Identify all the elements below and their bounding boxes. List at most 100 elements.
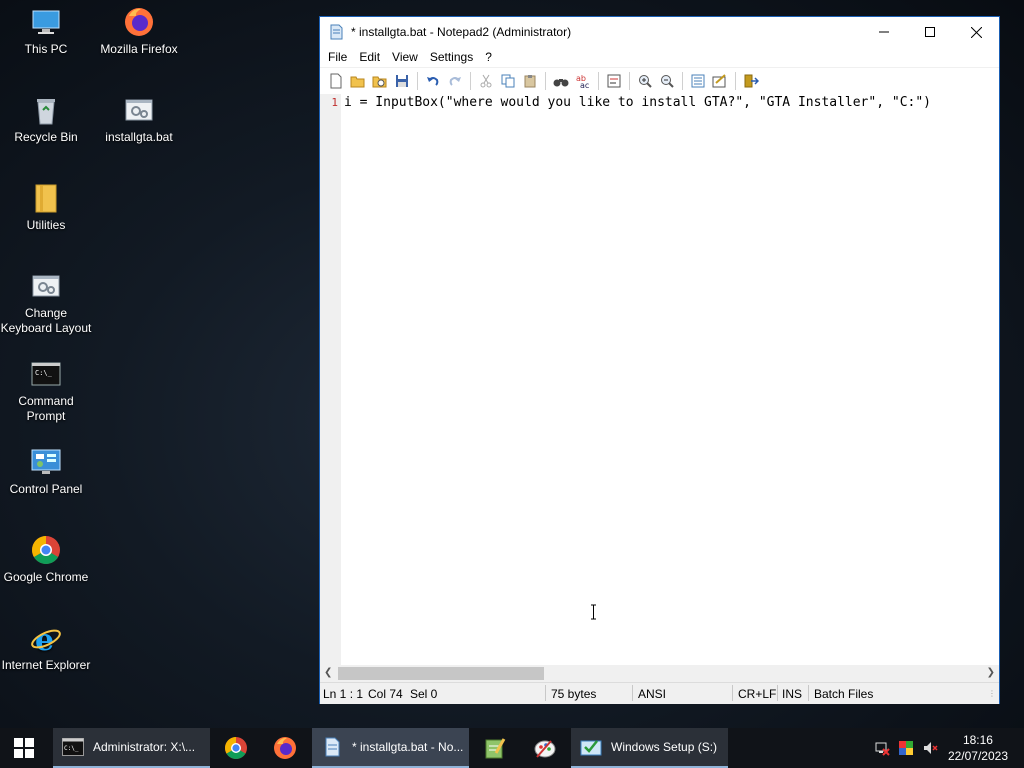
customize-icon (712, 74, 726, 88)
status-encoding[interactable]: ANSI (638, 687, 666, 701)
desktop-icon-label: Control Panel (9, 482, 83, 496)
maximize-icon (925, 27, 935, 37)
paste-icon (524, 75, 536, 88)
scrollbar-thumb[interactable] (338, 667, 544, 680)
exit-button[interactable] (740, 70, 762, 92)
status-divider (777, 685, 778, 701)
menu-bar: File Edit View Settings ? (320, 47, 999, 68)
svg-text:ac: ac (580, 81, 589, 89)
code-line[interactable]: i = InputBox("where would you like to in… (344, 94, 931, 112)
cut-button[interactable] (475, 70, 497, 92)
taskbar-item-firefox[interactable] (261, 728, 309, 768)
title-bar[interactable]: * installgta.bat - Notepad2 (Administrat… (320, 17, 999, 47)
scroll-right-icon[interactable]: ❯ (987, 667, 995, 678)
new-file-button[interactable] (325, 70, 347, 92)
desktop-icon-installgta[interactable]: installgta.bat (93, 94, 185, 145)
volume-muted-icon[interactable] (922, 740, 938, 756)
scheme-icon (691, 74, 705, 88)
taskbar-item-notepad-edit[interactable] (471, 728, 519, 768)
scroll-left-icon[interactable]: ❮ (324, 667, 332, 678)
desktop-icon-firefox[interactable]: Mozilla Firefox (93, 6, 185, 57)
word-wrap-button[interactable] (603, 70, 625, 92)
taskbar-item-chrome[interactable] (212, 728, 260, 768)
desktop-icon-internet-explorer[interactable]: e Internet Explorer (0, 622, 92, 673)
taskbar-item-command-prompt[interactable]: C:\_ Administrator: X:\... (53, 728, 210, 768)
toolbar-separator (545, 72, 546, 90)
desktop-icon-label: Internet Explorer (1, 658, 91, 672)
status-mode[interactable]: INS (782, 687, 802, 701)
open-folder-icon (350, 76, 365, 88)
menu-edit[interactable]: Edit (353, 50, 386, 64)
customize-scheme-button[interactable] (709, 70, 731, 92)
save-button[interactable] (391, 70, 413, 92)
horizontal-scrollbar[interactable]: ❮ ❯ (320, 665, 999, 682)
desktop-icon-recycle-bin[interactable]: Recycle Bin (0, 94, 92, 145)
menu-file[interactable]: File (322, 50, 353, 64)
editor-area[interactable]: 1 i = InputBox("where would you like to … (320, 94, 999, 681)
svg-text:C:\_: C:\_ (35, 369, 53, 377)
browse-button[interactable] (369, 70, 391, 92)
desktop-icon-label: Recycle Bin (14, 130, 78, 144)
keyboard-layout-icon (30, 270, 62, 302)
open-file-button[interactable] (347, 70, 369, 92)
windows-setup-icon (579, 735, 603, 759)
status-divider (545, 685, 546, 701)
status-scheme[interactable]: Batch Files (814, 687, 873, 701)
zoom-out-button[interactable] (656, 70, 678, 92)
close-icon (970, 26, 982, 38)
taskbar-item-label: * installgta.bat - No... (352, 740, 464, 754)
desktop-icon-label: Change Keyboard Layout (0, 306, 92, 335)
scheme-button[interactable] (687, 70, 709, 92)
firefox-icon (123, 6, 155, 38)
menu-help[interactable]: ? (479, 50, 498, 64)
desktop-icon-this-pc[interactable]: This PC (0, 6, 92, 57)
undo-button[interactable] (422, 70, 444, 92)
clock-date: 22/07/2023 (947, 749, 1008, 763)
desktop-icon-label: installgta.bat (105, 130, 173, 144)
taskbar-item-windows-setup[interactable]: Windows Setup (S:) (571, 728, 728, 768)
command-prompt-icon: C:\_ (61, 735, 85, 759)
maximize-button[interactable] (907, 17, 953, 47)
status-size: 75 bytes (551, 687, 597, 701)
status-position: Ln 1 : 1 (323, 687, 364, 701)
minimize-button[interactable] (861, 17, 907, 47)
chrome-icon (30, 534, 62, 566)
status-line-endings[interactable]: CR+LF (738, 687, 776, 701)
replace-button[interactable]: ab ac (572, 70, 594, 92)
desktop-icon-command-prompt[interactable]: C:\_ Command Prompt (0, 358, 92, 424)
menu-settings[interactable]: Settings (424, 50, 479, 64)
find-button[interactable] (550, 70, 572, 92)
taskbar-item-label: Administrator: X:\... (93, 740, 196, 754)
toolbar-separator (417, 72, 418, 90)
desktop-icon-utilities[interactable]: Utilities (0, 182, 92, 233)
close-button[interactable] (953, 17, 999, 47)
paste-button[interactable] (519, 70, 541, 92)
desktop-icon-change-keyboard-layout[interactable]: Change Keyboard Layout (0, 270, 92, 336)
resize-grip-icon[interactable]: ⋮ (988, 689, 996, 698)
new-file-icon (330, 73, 342, 89)
status-divider (808, 685, 809, 701)
copy-button[interactable] (497, 70, 519, 92)
desktop-icon-control-panel[interactable]: Control Panel (0, 446, 92, 497)
taskbar-item-paint[interactable] (521, 728, 569, 768)
clock[interactable]: 18:16 22/07/2023 (948, 732, 1008, 764)
redo-icon (449, 77, 461, 86)
control-panel-icon (30, 446, 62, 478)
toolbar: ab ac (320, 68, 999, 95)
redo-button[interactable] (444, 70, 466, 92)
batch-file-icon (123, 94, 155, 126)
toolbar-separator (470, 72, 471, 90)
desktop-icon-google-chrome[interactable]: Google Chrome (0, 534, 92, 585)
zoom-in-button[interactable] (634, 70, 656, 92)
taskbar-item-notepad2[interactable]: * installgta.bat - No... (312, 728, 469, 768)
taskbar: C:\_ Administrator: X:\... * installgta.… (0, 728, 1024, 768)
network-disconnected-icon[interactable] (874, 740, 890, 756)
windows-logo-icon (14, 738, 34, 758)
menu-view[interactable]: View (386, 50, 424, 64)
copy-icon (501, 74, 515, 88)
color-display-icon[interactable] (898, 740, 914, 756)
start-button[interactable] (0, 728, 48, 768)
command-prompt-icon: C:\_ (30, 358, 62, 390)
paint-icon (534, 740, 556, 758)
toolbar-separator (629, 72, 630, 90)
